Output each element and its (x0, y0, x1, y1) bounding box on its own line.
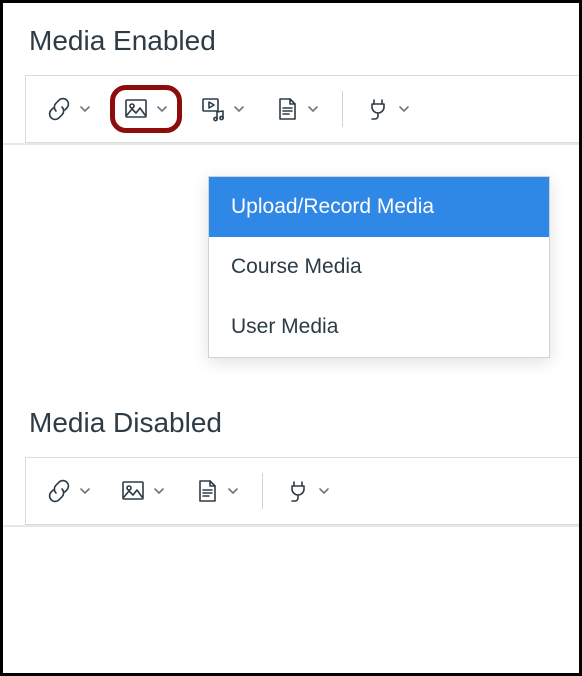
image-icon (120, 478, 146, 504)
chevron-down-icon (226, 484, 240, 498)
image-tool[interactable] (110, 85, 182, 133)
dropdown-item-user-media[interactable]: User Media (209, 297, 549, 357)
section-title-enabled: Media Enabled (3, 3, 579, 75)
chevron-down-icon (232, 102, 246, 116)
document-icon (194, 478, 220, 504)
dropdown-item-course-media[interactable]: Course Media (209, 237, 549, 297)
chevron-down-icon (152, 484, 166, 498)
link-tool[interactable] (36, 470, 102, 512)
chevron-down-icon (317, 484, 331, 498)
plugin-icon (285, 478, 311, 504)
media-icon (200, 96, 226, 122)
dropdown-item-upload-record[interactable]: Upload/Record Media (209, 177, 549, 237)
chevron-down-icon (306, 102, 320, 116)
document-tool[interactable] (264, 88, 330, 130)
image-icon (123, 96, 149, 122)
plugin-tool[interactable] (275, 470, 341, 512)
chevron-down-icon (78, 102, 92, 116)
chevron-down-icon (397, 102, 411, 116)
toolbar-separator (342, 91, 343, 127)
toolbar-disabled (25, 457, 579, 525)
toolbar-bottom-line (3, 525, 579, 527)
document-tool[interactable] (184, 470, 250, 512)
chevron-down-icon (155, 102, 169, 116)
image-tool[interactable] (110, 470, 176, 512)
chevron-down-icon (78, 484, 92, 498)
toolbar-separator (262, 473, 263, 509)
plugin-icon (365, 96, 391, 122)
section-title-disabled: Media Disabled (3, 385, 579, 457)
document-icon (274, 96, 300, 122)
plugin-tool[interactable] (355, 88, 421, 130)
link-tool[interactable] (36, 88, 102, 130)
toolbar-enabled (25, 75, 579, 143)
media-tool[interactable] (190, 88, 256, 130)
link-icon (46, 96, 72, 122)
image-tool-dropdown: Upload/Record Media Course Media User Me… (208, 176, 550, 358)
link-icon (46, 478, 72, 504)
